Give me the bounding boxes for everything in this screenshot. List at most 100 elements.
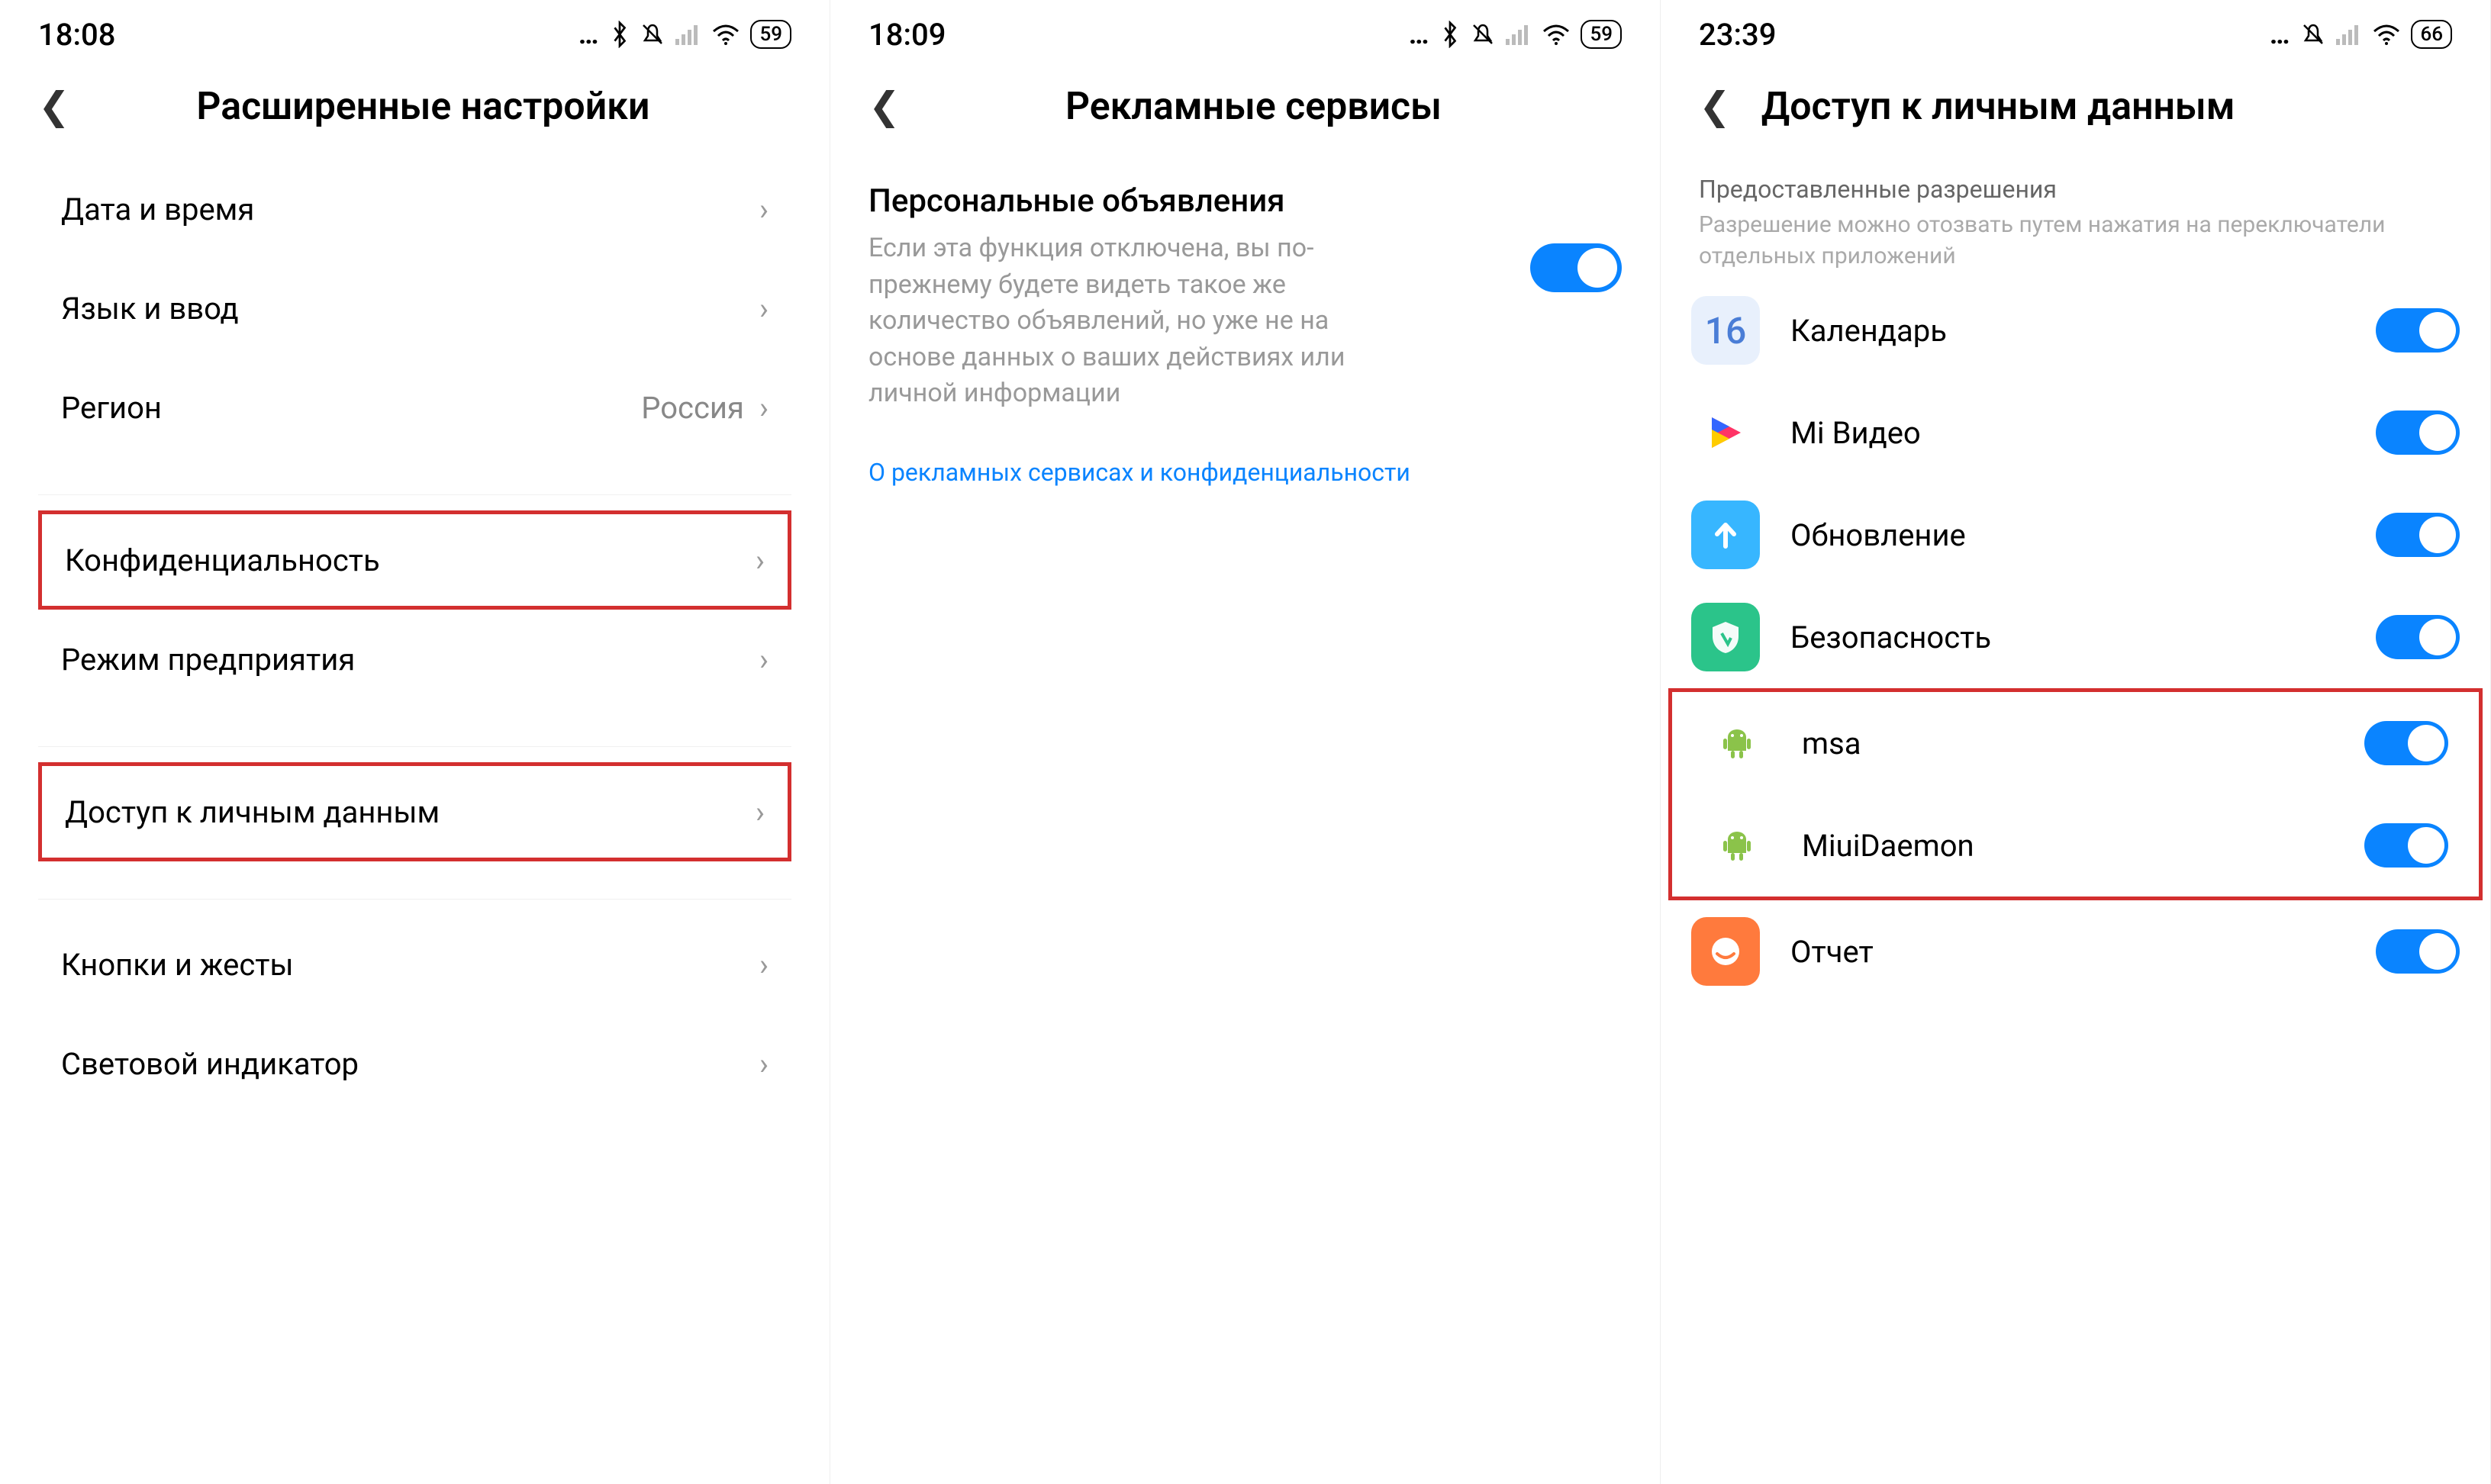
item-language-input[interactable]: Язык и ввод › [38,259,791,358]
item-personal-data-access[interactable]: Доступ к личным данным › [38,762,791,861]
item-label: Режим предприятия [61,642,355,678]
item-privacy[interactable]: Конфиденциальность › [38,510,791,610]
setting-description: Если эта функция отключена, вы по-прежне… [868,230,1357,412]
item-buttons-gestures[interactable]: Кнопки и жесты › [38,915,791,1014]
highlighted-apps: msa MiuiDaemon [1668,688,2483,900]
status-time: 18:09 [868,17,946,53]
item-value: Россия [641,390,744,426]
security-icon [1691,603,1760,671]
item-enterprise-mode[interactable]: Режим предприятия › [38,610,791,709]
mute-icon [640,22,665,47]
status-icons: … 59 [578,18,791,50]
calendar-icon: 16 [1691,296,1760,365]
chevron-right-icon: › [759,947,769,983]
more-icon: … [2270,18,2291,50]
app-name: Mi Видео [1790,415,2345,451]
signal-icon [1506,24,1532,45]
section-subtitle: Разрешение можно отозвать путем нажатия … [1699,210,2452,272]
wifi-icon [1542,24,1570,45]
back-button[interactable]: ❮ [868,84,901,129]
header: ❮ Доступ к личным данным [1661,61,2490,159]
screen-advanced-settings: 18:08 … 59 ❮ Расширенные настройки Дата … [0,0,830,1484]
app-toggle[interactable] [2376,615,2460,659]
item-label: Регион [61,390,162,426]
item-label: Доступ к личным данным [65,794,440,830]
item-label: Конфиденциальность [65,542,380,578]
app-toggle[interactable] [2376,929,2460,974]
chevron-right-icon: › [759,291,769,327]
chevron-right-icon: › [759,390,769,426]
divider [38,724,791,747]
bluetooth-icon [610,21,630,48]
chevron-right-icon: › [756,542,765,578]
item-label: Кнопки и жесты [61,947,294,983]
android-icon [1703,811,1771,880]
section-title: Предоставленные разрешения [1699,175,2452,204]
item-date-time[interactable]: Дата и время › [38,159,791,259]
report-icon [1691,917,1760,986]
section-header: Предоставленные разрешения Разрешение мо… [1661,159,2490,279]
privacy-link[interactable]: О рекламных сервисах и конфиденциальност… [830,435,1660,510]
chevron-right-icon: › [756,794,765,830]
divider [38,877,791,900]
page-title: Доступ к личным данным [1761,85,2452,129]
calendar-date: 16 [1705,309,1747,352]
apps-list: 16 Календарь Mi Видео Обновление Безопас… [1661,279,2490,1003]
app-name: msa [1802,726,2334,761]
wifi-icon [712,24,740,45]
page-title: Рекламные сервисы [931,85,1576,129]
personalized-ads-setting: Персональные объявления Если эта функция… [830,159,1660,435]
app-toggle[interactable] [2364,823,2448,868]
settings-list: Дата и время › Язык и ввод › Регион Росс… [0,159,830,1113]
app-toggle[interactable] [2376,308,2460,352]
app-toggle[interactable] [2364,721,2448,765]
item-label: Световой индикатор [61,1046,359,1082]
header: ❮ Рекламные сервисы [830,61,1660,159]
mute-icon [1471,22,1495,47]
status-time: 23:39 [1699,17,1776,53]
update-icon [1691,501,1760,569]
app-toggle[interactable] [2376,513,2460,557]
app-row-msa[interactable]: msa [1672,692,2479,794]
setting-title: Персональные объявления [868,182,1507,220]
more-icon: … [578,18,600,50]
mivideo-icon [1691,398,1760,467]
app-row-miuidaemon[interactable]: MiuiDaemon [1672,794,2479,897]
chevron-right-icon: › [759,192,769,227]
screen-personal-data-access: 23:39 … 66 ❮ Доступ к личным данным Пред… [1661,0,2491,1484]
app-row-report[interactable]: Отчет [1661,900,2490,1003]
back-button[interactable]: ❮ [1699,84,1731,129]
app-row-mivideo[interactable]: Mi Видео [1661,381,2490,484]
status-bar: 18:09 … 59 [830,0,1660,61]
signal-icon [2336,24,2362,45]
android-icon [1703,709,1771,777]
mute-icon [2301,22,2325,47]
more-icon: … [1409,18,1430,50]
status-icons: … 66 [2270,18,2452,50]
page-title: Расширенные настройки [101,85,746,129]
status-icons: … 59 [1409,18,1622,50]
app-name: Отчет [1790,934,2345,970]
personalized-ads-toggle[interactable] [1530,243,1622,292]
chevron-right-icon: › [759,642,769,678]
app-row-calendar[interactable]: 16 Календарь [1661,279,2490,381]
wifi-icon [2373,24,2400,45]
app-name: Безопасность [1790,620,2345,655]
screen-ad-services: 18:09 … 59 ❮ Рекламные сервисы Персональ… [830,0,1661,1484]
bluetooth-icon [1440,21,1460,48]
signal-icon [675,24,701,45]
battery-level: 59 [750,20,791,49]
app-row-security[interactable]: Безопасность [1661,586,2490,688]
app-row-update[interactable]: Обновление [1661,484,2490,586]
app-name: Обновление [1790,517,2345,553]
item-led-indicator[interactable]: Световой индикатор › [38,1014,791,1113]
header: ❮ Расширенные настройки [0,61,830,159]
back-button[interactable]: ❮ [38,84,70,129]
setting-text: Персональные объявления Если эта функция… [868,182,1507,412]
item-region[interactable]: Регион Россия › [38,358,791,457]
app-name: Календарь [1790,313,2345,349]
status-bar: 18:08 … 59 [0,0,830,61]
item-label: Язык и ввод [61,291,239,327]
app-toggle[interactable] [2376,410,2460,455]
app-name: MiuiDaemon [1802,828,2334,864]
